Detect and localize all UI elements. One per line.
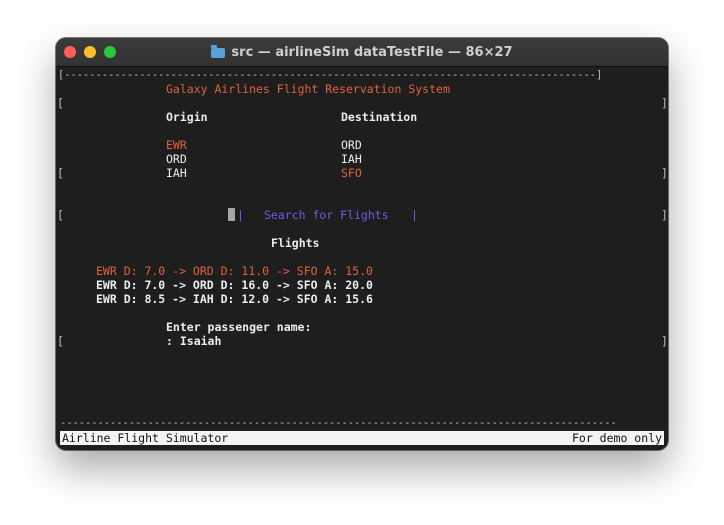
left-bracket: [	[57, 334, 64, 348]
origin-item-ord[interactable]: ORD	[166, 152, 187, 166]
left-bracket: [	[57, 96, 64, 110]
destination-item-sfo[interactable]: SFO	[341, 166, 362, 180]
terminal-content[interactable]: [ ---------------------------------------…	[56, 67, 668, 450]
status-right: For demo only	[571, 431, 662, 445]
destination-item-ord[interactable]: ORD	[341, 138, 362, 152]
title-bar: src — airlineSim dataTestFile — 86×27	[56, 38, 668, 67]
window-title: src — airlineSim dataTestFile — 86×27	[231, 44, 513, 60]
flight-result-row[interactable]: EWR D: 7.0 -> ORD D: 11.0 -> SFO A: 15.0	[96, 264, 373, 278]
window-title-area: src — airlineSim dataTestFile — 86×27	[56, 38, 668, 66]
destination-item-iah[interactable]: IAH	[341, 152, 362, 166]
search-flights-button[interactable]: Search for Flights	[264, 208, 389, 222]
text-cursor	[228, 208, 235, 221]
origin-item-iah[interactable]: IAH	[166, 166, 187, 180]
search-bar-left: |	[237, 208, 244, 222]
flight-result-row[interactable]: EWR D: 8.5 -> IAH D: 12.0 -> SFO A: 15.6	[96, 292, 373, 306]
right-bracket: ]	[661, 334, 668, 348]
status-left: Airline Flight Simulator	[62, 431, 229, 445]
left-bracket: [	[57, 208, 64, 222]
folder-icon	[211, 45, 226, 58]
flights-header: Flights	[271, 236, 320, 250]
left-bracket: [	[57, 166, 64, 180]
status-bar: Airline Flight Simulator For demo only	[60, 431, 664, 445]
origin-header: Origin	[166, 110, 208, 124]
passenger-name-input[interactable]: : Isaiah	[166, 334, 221, 348]
terminal-window: src — airlineSim dataTestFile — 86×27 [ -…	[56, 38, 668, 450]
origin-item-ewr[interactable]: EWR	[166, 138, 187, 152]
top-border: [---------------------------------------…	[58, 69, 603, 81]
system-title: Galaxy Airlines Flight Reservation Syste…	[166, 82, 450, 96]
destination-header: Destination	[341, 110, 418, 124]
right-bracket: ]	[661, 208, 668, 222]
bottom-border: ----------------------------------------…	[60, 417, 617, 429]
flight-result-row[interactable]: EWR D: 7.0 -> ORD D: 16.0 -> SFO A: 20.0	[96, 278, 373, 292]
right-bracket: ]	[661, 166, 668, 180]
right-bracket: ]	[661, 96, 668, 110]
passenger-prompt: Enter passenger name:	[166, 320, 312, 334]
search-bar-right: |	[411, 208, 418, 222]
